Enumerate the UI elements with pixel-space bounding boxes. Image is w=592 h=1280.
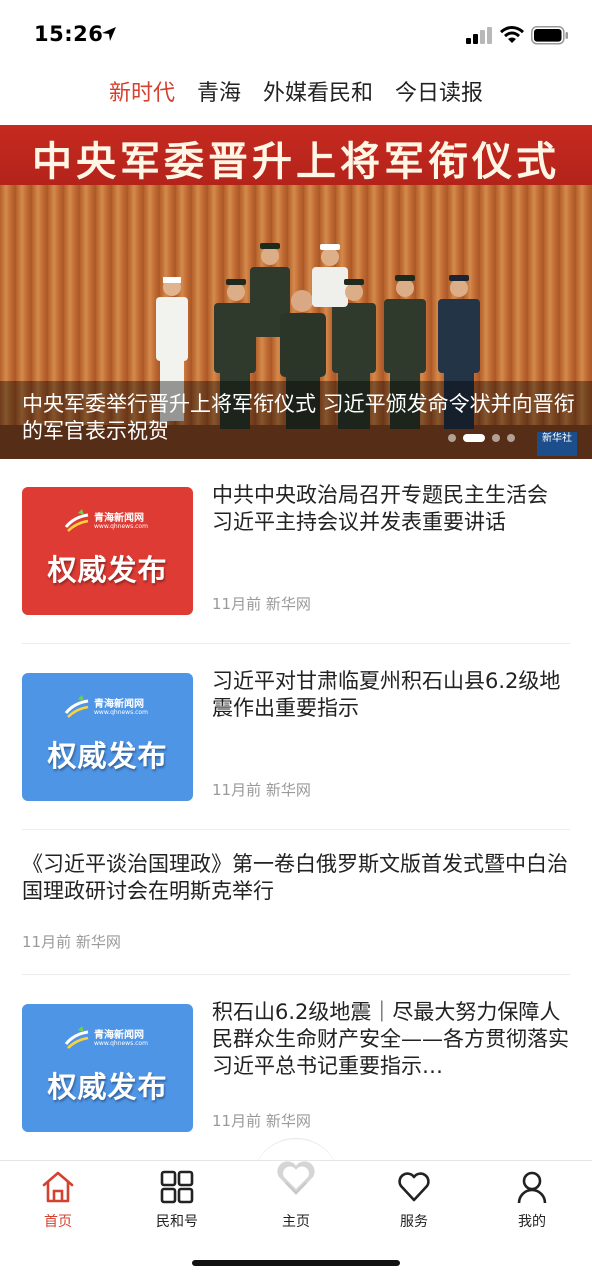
heart-outline-icon [398, 1172, 430, 1202]
heart-logo-icon [277, 1161, 315, 1195]
divider [22, 974, 570, 975]
news-title[interactable]: 积石山6.2级地震｜尽最大努力保障人民群众生命财产安全——各方贯彻落实习近平总书… [212, 999, 570, 1080]
qhnews-logo: 青海新闻网 www.qhnews.com [64, 507, 164, 537]
news-thumbnail: 青海新闻网 www.qhnews.com 权威发布 [22, 487, 193, 615]
news-time: 11月前 [212, 781, 262, 799]
tab-daily-newspaper[interactable]: 今日读报 [395, 76, 483, 116]
news-item[interactable]: 青海新闻网 www.qhnews.com 权威发布 中共中央政治局召开专题民主生… [22, 483, 570, 617]
news-item-text-only[interactable]: 《习近平谈治国理政》第一卷白俄罗斯文版首发式暨中白治国理政研讨会在明斯克举行 1… [22, 851, 570, 956]
news-source: 新华网 [265, 781, 311, 799]
news-time: 11月前 [212, 1112, 262, 1130]
nav-main[interactable]: 主页 [256, 1161, 336, 1235]
location-arrow-icon [102, 27, 116, 41]
qhnews-logo-icon [64, 1026, 89, 1049]
news-time: 11月前 [212, 595, 262, 613]
news-meta: 11月前 新华网 [212, 779, 311, 800]
news-meta: 11月前 新华网 [22, 931, 121, 952]
news-meta: 11月前 新华网 [212, 1110, 311, 1131]
news-meta: 11月前 新华网 [212, 593, 311, 614]
status-bar: 15:26 [0, 0, 592, 66]
divider [22, 829, 570, 830]
news-thumbnail: 青海新闻网 www.qhnews.com 权威发布 [22, 673, 193, 801]
news-source: 新华网 [265, 595, 311, 613]
qhnews-logo: 青海新闻网 www.qhnews.com [64, 693, 164, 723]
news-source: 新华网 [265, 1112, 311, 1130]
news-title[interactable]: 《习近平谈治国理政》第一卷白俄罗斯文版首发式暨中白治国理政研讨会在明斯克举行 [22, 851, 570, 905]
status-time: 15:26 [34, 22, 104, 46]
home-indicator [192, 1260, 400, 1266]
tab-qinghai[interactable]: 青海 [197, 76, 241, 116]
wifi-icon [500, 26, 524, 43]
qhnews-logo-icon [64, 695, 89, 718]
tab-new-era[interactable]: 新时代 [109, 76, 175, 116]
news-time: 11月前 [22, 933, 72, 951]
thumbnail-label: 权威发布 [47, 1070, 168, 1104]
battery-icon [531, 26, 568, 45]
top-tab-bar: 新时代 青海 外媒看民和 今日读报 [0, 76, 592, 116]
nav-home[interactable]: 首页 [18, 1169, 98, 1235]
user-icon [517, 1171, 547, 1204]
news-title[interactable]: 习近平对甘肃临夏州积石山县6.2级地震作出重要指示 [212, 668, 570, 722]
news-item[interactable]: 青海新闻网 www.qhnews.com 权威发布 习近平对甘肃临夏州积石山县6… [22, 669, 570, 803]
news-title[interactable]: 中共中央政治局召开专题民主生活会 习近平主持会议并发表重要讲话 [212, 482, 570, 536]
qhnews-logo-icon [64, 509, 89, 532]
home-icon [42, 1171, 74, 1203]
news-thumbnail: 青海新闻网 www.qhnews.com 权威发布 [22, 1004, 193, 1132]
cellular-signal-icon [466, 27, 492, 44]
grid-icon [160, 1170, 194, 1204]
nav-services[interactable]: 服务 [374, 1169, 454, 1235]
thumbnail-label: 权威发布 [47, 739, 168, 773]
carousel-indicator [448, 434, 515, 442]
tab-foreign-media[interactable]: 外媒看民和 [263, 76, 373, 116]
carousel-dot [492, 434, 500, 442]
qhnews-logo: 青海新闻网 www.qhnews.com [64, 1024, 164, 1054]
thumbnail-label: 权威发布 [47, 553, 168, 587]
carousel-dot-active [463, 434, 485, 442]
carousel-dot [507, 434, 515, 442]
news-item[interactable]: 青海新闻网 www.qhnews.com 权威发布 积石山6.2级地震｜尽最大努… [22, 1000, 570, 1134]
xinhua-logo: 新华社 [537, 432, 577, 456]
carousel-dot [448, 434, 456, 442]
news-source: 新华网 [75, 933, 121, 951]
nav-mine[interactable]: 我的 [492, 1169, 572, 1235]
banner-carousel[interactable]: 中央军委晋升上将军衔仪式 中央军委举行晋升上将军衔仪式 习近平颁发命令状并向晋衔… [0, 125, 592, 459]
nav-minhe-hao[interactable]: 民和号 [137, 1169, 217, 1235]
divider [22, 643, 570, 644]
